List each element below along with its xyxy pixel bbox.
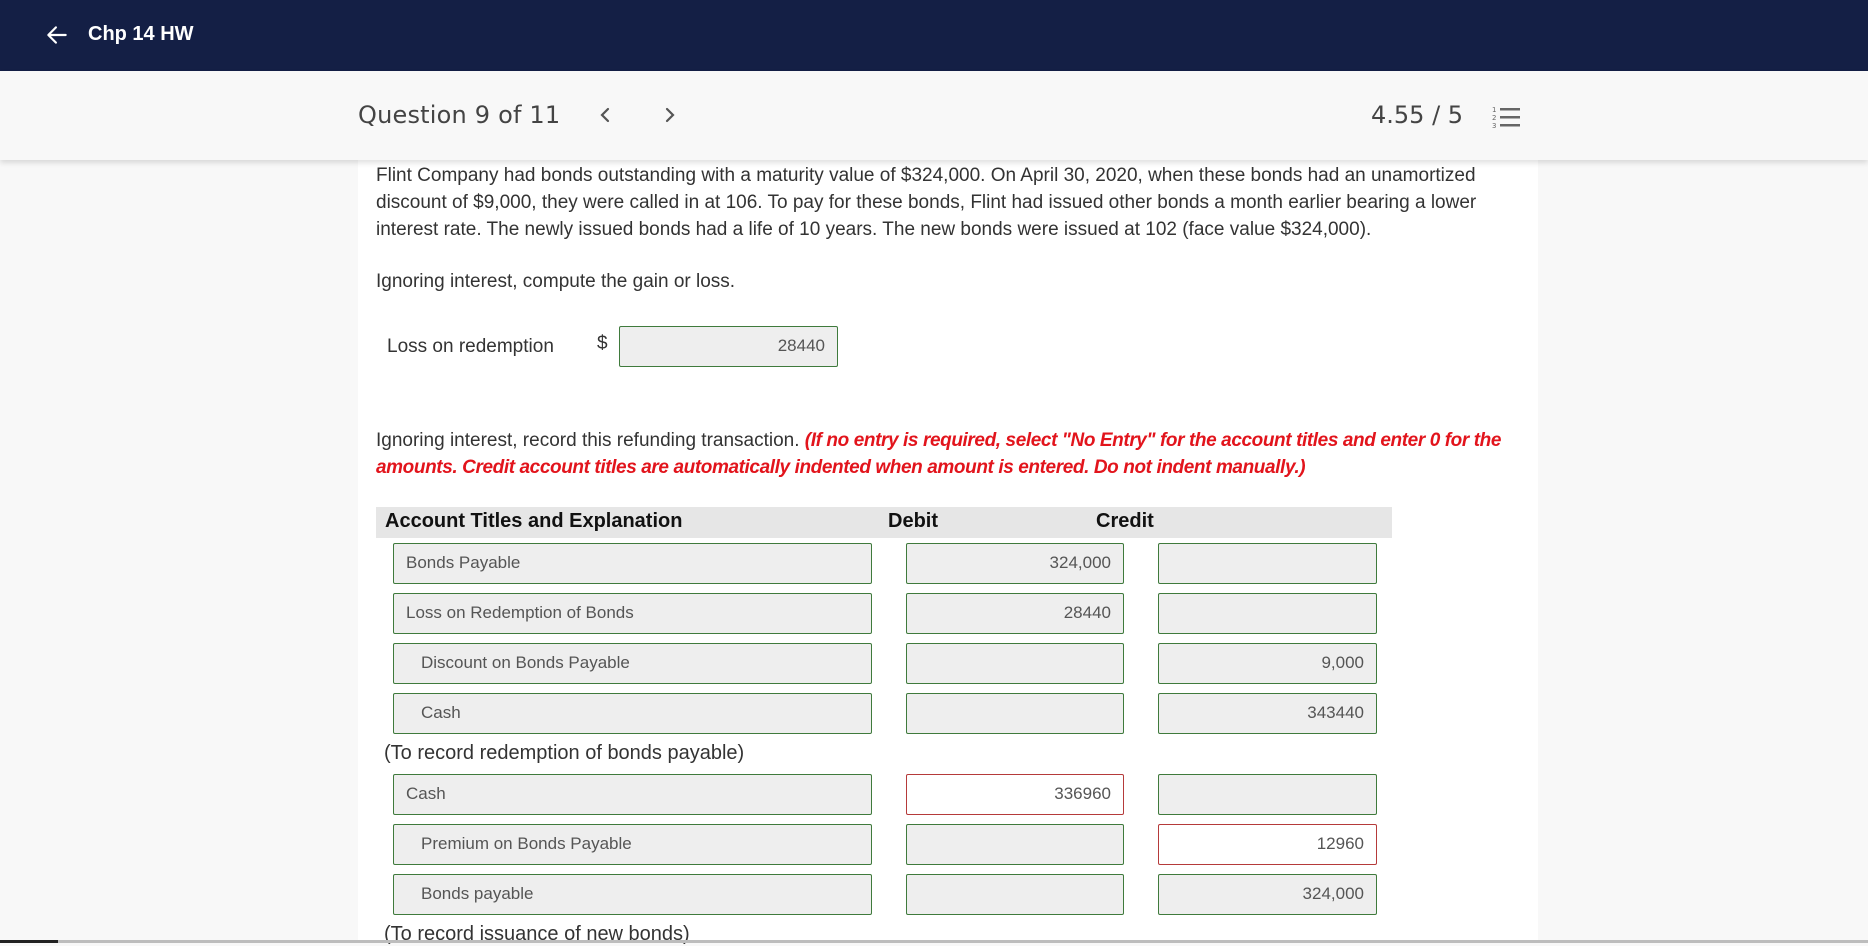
account-input[interactable]: Premium on Bonds Payable (393, 824, 872, 865)
question-card: Flint Company had bonds outstanding with… (358, 160, 1538, 945)
account-input[interactable]: Loss on Redemption of Bonds (393, 593, 872, 634)
account-input[interactable]: Cash (393, 693, 872, 734)
part2-prompt: Ignoring interest, record this refunding… (376, 427, 1526, 481)
debit-input[interactable] (906, 874, 1124, 915)
loss-on-redemption-input[interactable]: 28440 (619, 326, 838, 367)
loss-label: Loss on redemption (387, 336, 554, 357)
credit-input[interactable]: 343440 (1158, 693, 1377, 734)
arrow-left-icon[interactable] (44, 22, 70, 48)
numbered-list-icon[interactable]: 1 2 3 (1492, 105, 1522, 131)
question-counter: Question 9 of 11 (358, 101, 561, 129)
account-input[interactable]: Discount on Bonds Payable (393, 643, 872, 684)
account-input[interactable]: Cash (393, 774, 872, 815)
header-credit: Credit (1096, 510, 1154, 532)
svg-text:3: 3 (1492, 122, 1496, 130)
part1-prompt: Ignoring interest, compute the gain or l… (376, 271, 736, 292)
credit-input[interactable]: 9,000 (1158, 643, 1377, 684)
credit-input[interactable] (1158, 774, 1377, 815)
top-bar: Chp 14 HW (0, 0, 1868, 71)
part2-prompt-text: Ignoring interest, record this refunding… (376, 430, 800, 451)
journal-header: Account Titles and Explanation Debit Cre… (376, 507, 1392, 538)
chevron-left-icon[interactable] (593, 101, 617, 129)
debit-input[interactable]: 324,000 (906, 543, 1124, 584)
account-input[interactable]: Bonds Payable (393, 543, 872, 584)
debit-input[interactable] (906, 643, 1124, 684)
question-text: Flint Company had bonds outstanding with… (376, 165, 1477, 240)
credit-input[interactable] (1158, 593, 1377, 634)
currency-symbol: $ (597, 333, 608, 354)
chevron-right-icon[interactable] (658, 101, 682, 129)
credit-input[interactable]: 12960 (1158, 824, 1377, 865)
header-debit: Debit (888, 510, 938, 532)
debit-input[interactable] (906, 824, 1124, 865)
credit-input[interactable]: 324,000 (1158, 874, 1377, 915)
question-header: Question 9 of 11 4.55 / 5 1 2 3 (0, 71, 1868, 160)
assignment-title[interactable]: Chp 14 HW (88, 23, 194, 46)
credit-input[interactable] (1158, 543, 1377, 584)
entry-memo: (To record redemption of bonds payable) (384, 742, 745, 764)
debit-input[interactable]: 28440 (906, 593, 1124, 634)
debit-input[interactable] (906, 693, 1124, 734)
debit-input[interactable]: 336960 (906, 774, 1124, 815)
account-input[interactable]: Bonds payable (393, 874, 872, 915)
svg-text:2: 2 (1492, 114, 1496, 122)
svg-text:1: 1 (1492, 106, 1496, 114)
header-account: Account Titles and Explanation (385, 510, 683, 532)
score: 4.55 / 5 (1371, 101, 1464, 129)
